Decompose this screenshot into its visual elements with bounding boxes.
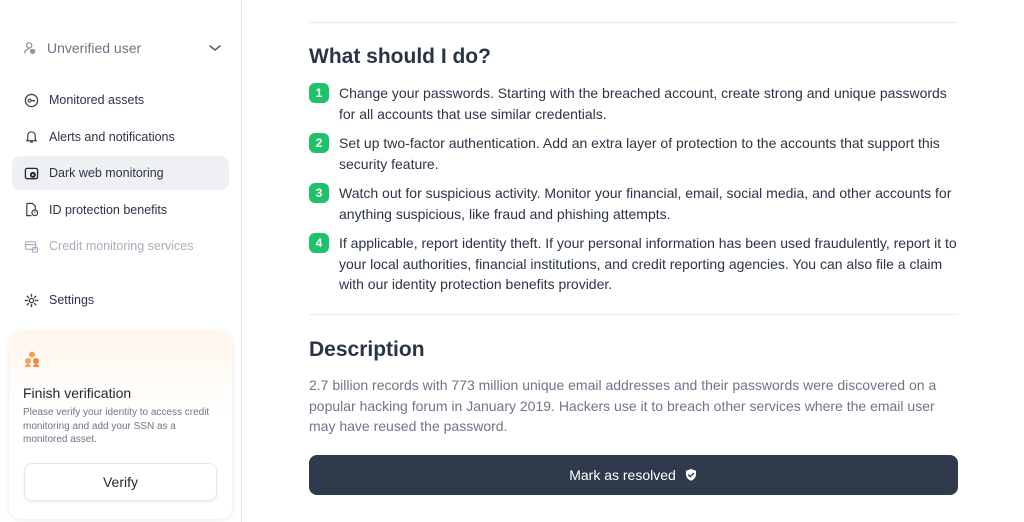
sidebar-item-credit-monitoring[interactable]: Credit monitoring services <box>12 229 229 263</box>
steps-list: 1 Change your passwords. Starting with t… <box>309 83 969 304</box>
sidebar-item-dark-web-monitoring[interactable]: Dark web monitoring <box>12 156 229 190</box>
main-content: What should I do? 1 Change your password… <box>242 0 1024 522</box>
step-text: Set up two-factor authentication. Add an… <box>339 135 940 172</box>
chevron-down-icon[interactable] <box>208 41 222 55</box>
description-text: 2.7 billion records with 773 million uni… <box>309 377 937 434</box>
step-text: Change your passwords. Starting with the… <box>339 85 947 122</box>
verify-button[interactable]: Verify <box>24 463 217 501</box>
app: Unverified user Monitored assets Alerts … <box>0 0 1024 522</box>
user-menu[interactable]: Unverified user <box>22 36 222 60</box>
sidebar: Unverified user Monitored assets Alerts … <box>0 0 242 522</box>
sidebar-item-settings[interactable]: Settings <box>12 283 229 317</box>
mark-as-resolved-button[interactable]: Mark as resolved <box>309 455 958 495</box>
sidebar-nav: Monitored assets Alerts and notification… <box>12 83 229 266</box>
sidebar-item-label: ID protection benefits <box>49 202 168 217</box>
sidebar-item-label: Alerts and notifications <box>49 129 175 144</box>
users-icon <box>23 350 41 368</box>
gear-icon <box>23 292 39 308</box>
key-icon <box>23 92 39 108</box>
settings-nav: Settings <box>12 283 229 320</box>
user-label: Unverified user <box>47 40 142 56</box>
user-shield-icon <box>22 40 38 56</box>
finish-verification-card: Finish verification Please verify your i… <box>9 332 232 519</box>
step-text: If applicable, report identity theft. If… <box>339 235 957 292</box>
id-document-icon <box>23 202 39 218</box>
dark-web-icon <box>23 165 39 181</box>
description-heading: Description <box>309 338 425 361</box>
sidebar-item-label: Settings <box>49 293 95 307</box>
shield-check-icon <box>684 468 698 482</box>
sidebar-item-label: Dark web monitoring <box>49 166 164 180</box>
what-should-i-do-heading: What should I do? <box>309 45 491 68</box>
credit-card-icon <box>23 238 39 254</box>
divider <box>309 314 958 315</box>
step-text: Watch out for suspicious activity. Monit… <box>339 185 952 222</box>
mark-as-resolved-label: Mark as resolved <box>569 467 676 483</box>
sidebar-item-monitored-assets[interactable]: Monitored assets <box>12 83 229 117</box>
divider <box>309 22 958 23</box>
bell-icon <box>23 129 39 145</box>
list-item: 1 Change your passwords. Starting with t… <box>309 83 969 124</box>
sidebar-item-label: Credit monitoring services <box>49 239 194 253</box>
step-number-badge: 1 <box>309 83 329 103</box>
verification-title: Finish verification <box>23 385 132 401</box>
step-number-badge: 3 <box>309 183 329 203</box>
list-item: 4 If applicable, report identity theft. … <box>309 233 969 295</box>
verification-description: Please verify your identity to access cr… <box>23 407 210 445</box>
list-item: 3 Watch out for suspicious activity. Mon… <box>309 183 969 224</box>
sidebar-item-id-protection[interactable]: ID protection benefits <box>12 193 229 227</box>
sidebar-item-label: Monitored assets <box>49 93 145 107</box>
step-number-badge: 4 <box>309 233 329 253</box>
step-number-badge: 2 <box>309 133 329 153</box>
sidebar-item-alerts[interactable]: Alerts and notifications <box>12 120 229 154</box>
list-item: 2 Set up two-factor authentication. Add … <box>309 133 969 174</box>
